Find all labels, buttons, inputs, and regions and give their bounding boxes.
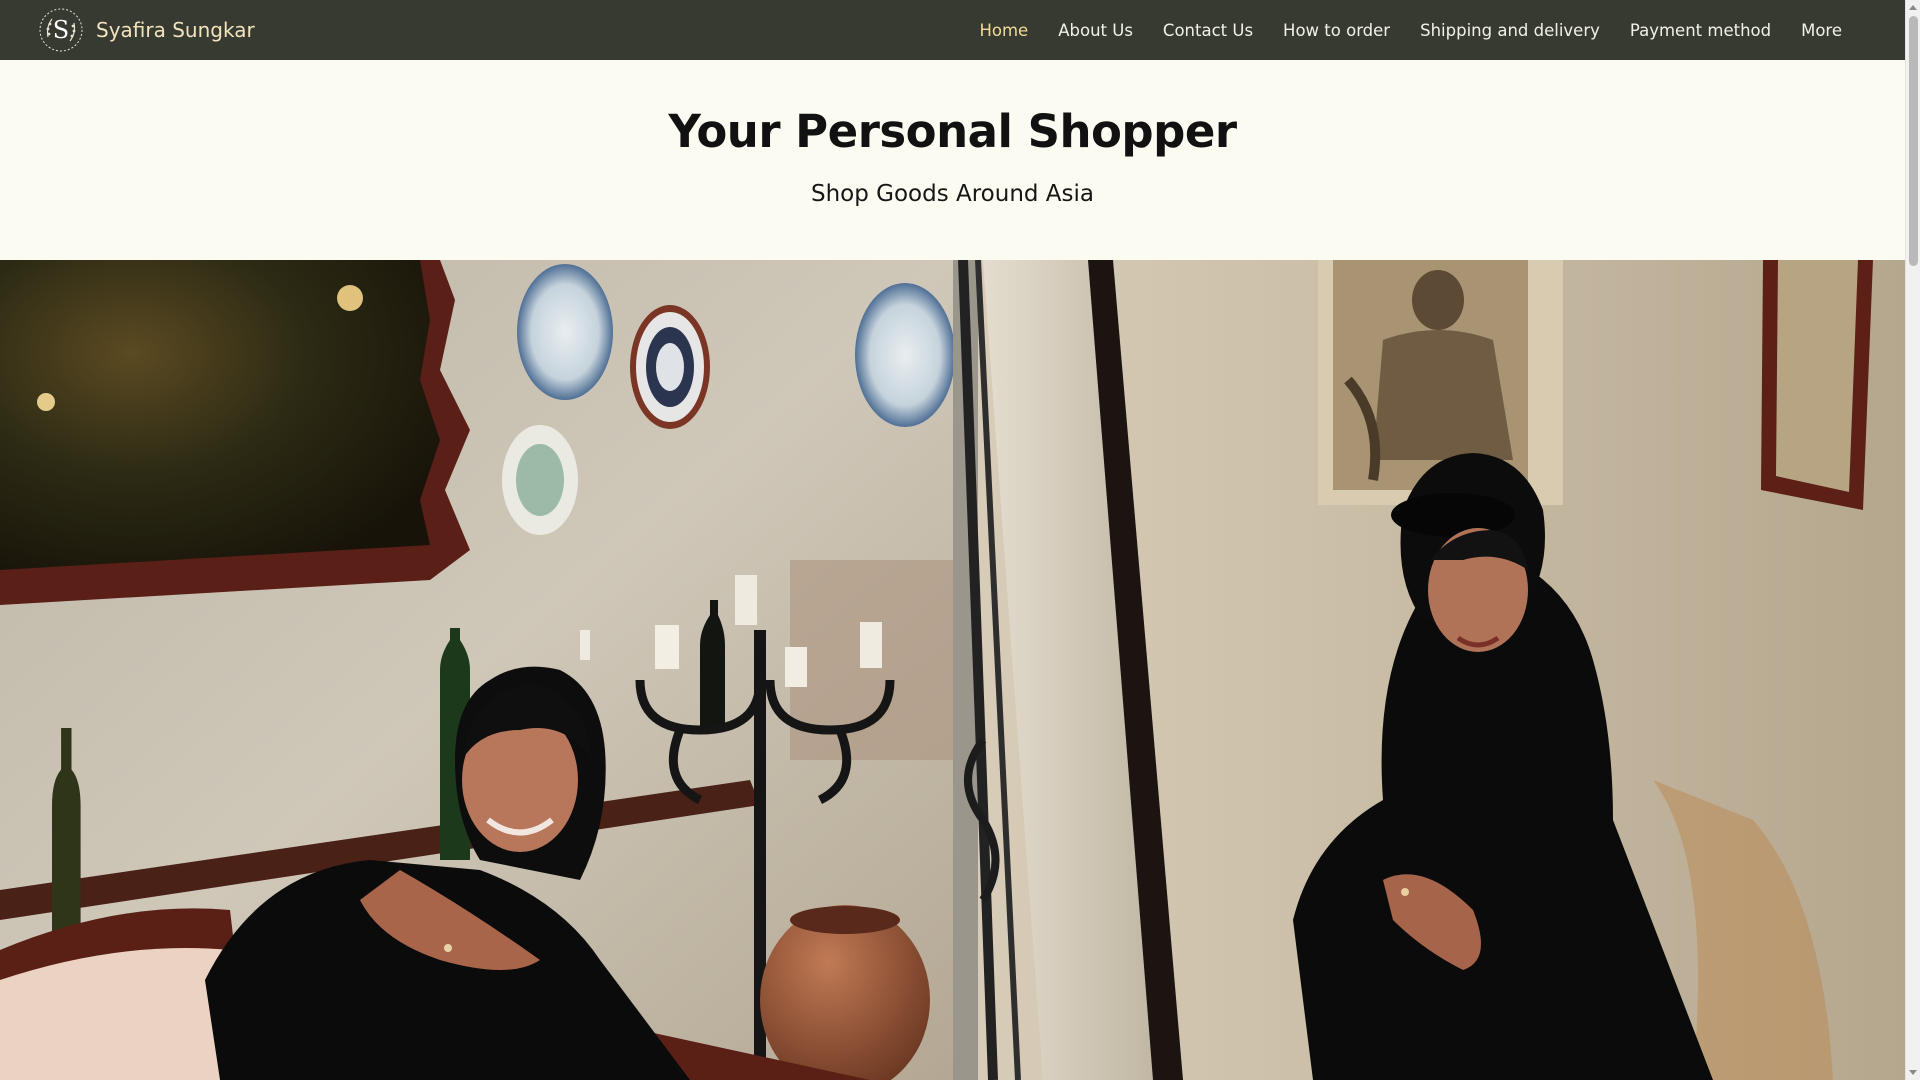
nav-home[interactable]: Home xyxy=(979,21,1028,40)
page-scrollbar[interactable] xyxy=(1905,0,1920,1080)
page-subtitle: Shop Goods Around Asia xyxy=(810,181,1095,207)
nav-contact-us[interactable]: Contact Us xyxy=(1163,21,1253,40)
photo-standing-woman xyxy=(953,260,1905,1080)
photo-seated-woman xyxy=(0,260,953,1080)
scroll-down-arrow-icon[interactable] xyxy=(1909,1070,1917,1075)
main-nav: Home About Us Contact Us How to order Sh… xyxy=(949,0,1842,60)
page-title: Your Personal Shopper xyxy=(668,105,1237,158)
brand-link[interactable]: S Syafira Sungkar xyxy=(38,7,255,53)
photo-gallery xyxy=(0,260,1905,1080)
hero-section: Your Personal Shopper Shop Goods Around … xyxy=(0,60,1905,260)
nav-how-to-order[interactable]: How to order xyxy=(1283,21,1390,40)
nav-more[interactable]: More xyxy=(1801,21,1842,40)
scroll-thumb[interactable] xyxy=(1909,16,1918,266)
svg-text:S: S xyxy=(53,16,69,44)
scroll-up-arrow-icon[interactable] xyxy=(1909,5,1917,10)
nav-payment-method[interactable]: Payment method xyxy=(1630,21,1771,40)
nav-shipping-and-delivery[interactable]: Shipping and delivery xyxy=(1420,21,1600,40)
brand-name: Syafira Sungkar xyxy=(96,18,255,42)
monogram-s-logo-icon: S xyxy=(38,7,84,53)
site-header: S Syafira Sungkar Home About Us Contact … xyxy=(0,0,1905,60)
nav-about-us[interactable]: About Us xyxy=(1058,21,1133,40)
